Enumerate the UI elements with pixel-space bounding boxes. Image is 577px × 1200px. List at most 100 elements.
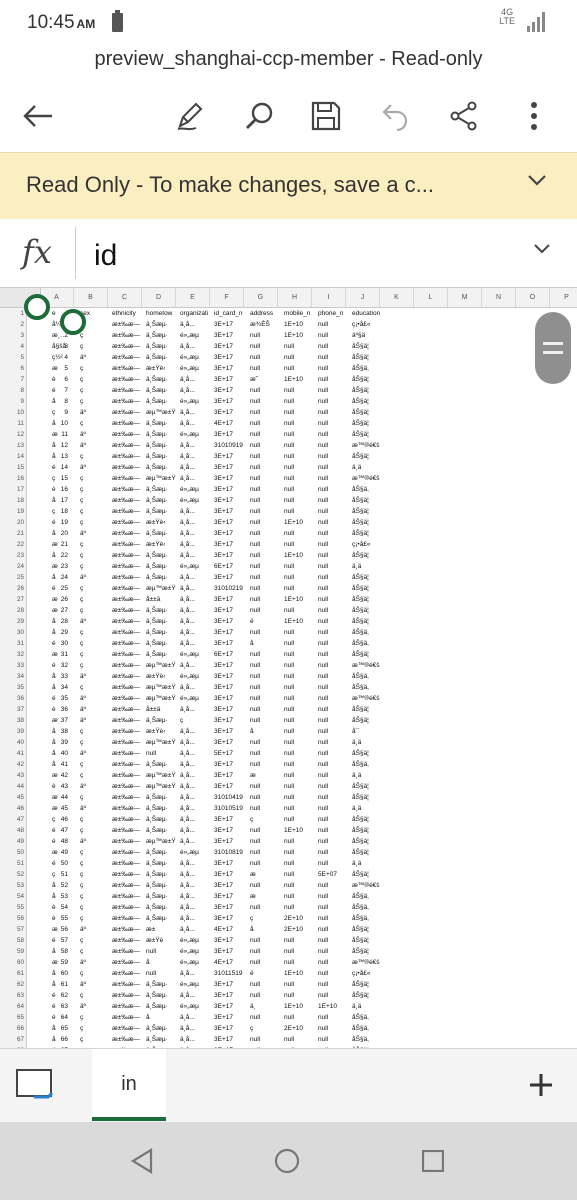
cell[interactable]: æ±‰æ— bbox=[112, 352, 145, 363]
cell[interactable]: æ±‰æ— bbox=[112, 891, 145, 902]
cell[interactable]: null bbox=[250, 649, 283, 660]
cell[interactable]: 31010219 bbox=[214, 583, 249, 594]
cell[interactable]: null bbox=[318, 814, 351, 825]
cell[interactable]: 3E+17 bbox=[214, 407, 249, 418]
cell[interactable]: null bbox=[284, 506, 317, 517]
table-row[interactable]: 58 57 é ç æ±‰æ— æ±Ÿè é»„æµ 3E+17 null null null åŠ§… bbox=[0, 935, 577, 946]
table-row[interactable]: 21 20 å äº æ±‰æ— ä¸Šæµ· ä¸å... 3E+17 null null nul… bbox=[0, 528, 577, 539]
cell[interactable]: æ±‰æ— bbox=[112, 726, 145, 737]
cell[interactable]: æ bbox=[52, 561, 79, 572]
cell[interactable]: null bbox=[284, 1012, 317, 1023]
cell[interactable]: æ™®é€š bbox=[352, 440, 462, 451]
cell[interactable]: åŠ§ä, bbox=[352, 1023, 462, 1034]
column-header-O[interactable]: O bbox=[516, 288, 550, 307]
cell[interactable]: 3E+17 bbox=[214, 1034, 249, 1045]
cell[interactable]: æ±‰æ— bbox=[112, 803, 145, 814]
cell[interactable]: null bbox=[250, 781, 283, 792]
table-row[interactable]: 51 50 é ç æ±‰æ— ä¸Šæµ· ä¸å... 3E+17 null null null… bbox=[0, 858, 577, 869]
cell[interactable]: ä¸Šæµ· bbox=[146, 715, 179, 726]
cell[interactable]: åŠ§ä, bbox=[352, 363, 462, 374]
cell[interactable]: ç bbox=[80, 869, 111, 880]
cell[interactable]: null bbox=[318, 847, 351, 858]
cell[interactable]: null bbox=[250, 517, 283, 528]
cell[interactable]: ç bbox=[80, 858, 111, 869]
cell[interactable]: æ±‰æ— bbox=[112, 418, 145, 429]
cell[interactable]: null bbox=[250, 880, 283, 891]
table-row[interactable]: 3 2 æ¸… ç æ±‰æ— ä¸Šæµ· é»„æµ 3E+17 null 1E+10 null… bbox=[0, 330, 577, 341]
cell[interactable]: 3E+17 bbox=[214, 627, 249, 638]
cell[interactable]: null bbox=[284, 495, 317, 506]
cell[interactable]: æ±‰æ— bbox=[112, 517, 145, 528]
cell[interactable]: null bbox=[318, 979, 351, 990]
cell[interactable]: å bbox=[52, 880, 79, 891]
cell[interactable]: å bbox=[52, 748, 79, 759]
cell[interactable]: 3E+17 bbox=[214, 715, 249, 726]
cell[interactable]: è bbox=[52, 781, 79, 792]
cell[interactable]: ç bbox=[80, 880, 111, 891]
cell[interactable]: åŠ§ä¦ bbox=[352, 572, 462, 583]
cell[interactable]: null bbox=[250, 759, 283, 770]
cell[interactable]: æ±‰æ— bbox=[112, 539, 145, 550]
cell[interactable]: 3E+17 bbox=[214, 1012, 249, 1023]
table-row[interactable]: 44 43 è äº æ±‰æ— æµ™æ±Ÿ ä¸å... 3E+17 null null nul… bbox=[0, 781, 577, 792]
cell[interactable]: ä¸Šæµ· bbox=[146, 451, 179, 462]
cell[interactable]: ä¸å... bbox=[180, 572, 213, 583]
cell[interactable]: null bbox=[250, 1034, 283, 1045]
cell[interactable]: null bbox=[250, 539, 283, 550]
cell[interactable]: é bbox=[52, 825, 79, 836]
cell[interactable]: null bbox=[250, 352, 283, 363]
cell[interactable]: 31011519 bbox=[214, 968, 249, 979]
cell[interactable]: id_card_n bbox=[214, 308, 249, 319]
cell[interactable]: æ¾ÈŠ bbox=[250, 319, 283, 330]
cell[interactable]: null bbox=[318, 484, 351, 495]
cell[interactable]: é»„æµ bbox=[180, 363, 213, 374]
scroll-thumb[interactable] bbox=[535, 312, 571, 384]
cell[interactable]: ä¸å... bbox=[180, 869, 213, 880]
cell[interactable]: ä¸å... bbox=[180, 803, 213, 814]
cell[interactable]: æ˜ bbox=[250, 374, 283, 385]
cell[interactable]: æ±‰æ— bbox=[112, 638, 145, 649]
table-row[interactable]: 63 62 é ç æ±‰æ— ä¸Šæµ· ä¸å... 3E+17 null null null… bbox=[0, 990, 577, 1001]
cell[interactable]: ä¸Šæµ· bbox=[146, 858, 179, 869]
table-row[interactable]: 15 14 é äº æ±‰æ— ä¸Šæµ· ä¸å... 3E+17 null null nul… bbox=[0, 462, 577, 473]
cell[interactable]: ä¸Šæµ· bbox=[146, 902, 179, 913]
cell[interactable]: 1E+10 bbox=[284, 616, 317, 627]
cell[interactable]: æ bbox=[250, 770, 283, 781]
nav-home-icon[interactable] bbox=[274, 1148, 300, 1174]
cell[interactable]: åŠ§ä¦ bbox=[352, 550, 462, 561]
cell[interactable]: null bbox=[250, 627, 283, 638]
column-header-E[interactable]: E bbox=[176, 288, 210, 307]
table-row[interactable]: 54 53 å ç æ±‰æ— ä¸Šæµ· ä¸å... 3E+17 æ null null åŠ§… bbox=[0, 891, 577, 902]
cell[interactable]: æ± bbox=[146, 924, 179, 935]
cell[interactable]: 31010819 bbox=[214, 847, 249, 858]
cell[interactable]: æ±‰æ— bbox=[112, 814, 145, 825]
cell[interactable]: å bbox=[52, 891, 79, 902]
cell[interactable]: ç bbox=[80, 396, 111, 407]
cell[interactable]: ç bbox=[80, 385, 111, 396]
cell[interactable]: null bbox=[318, 1023, 351, 1034]
cell[interactable]: 3E+17 bbox=[214, 990, 249, 1001]
cell[interactable]: é bbox=[52, 517, 79, 528]
cell[interactable]: ä¸å... bbox=[180, 451, 213, 462]
cell[interactable]: åŠ§ä¦ bbox=[352, 748, 462, 759]
table-row[interactable]: 22 21 æ ç æ±‰æ— æ±Ÿè‹ ä¸å... 3E+17 null null null ç… bbox=[0, 539, 577, 550]
cell[interactable]: null bbox=[318, 374, 351, 385]
cell[interactable]: äº bbox=[80, 781, 111, 792]
cell[interactable]: æ±‰æ— bbox=[112, 319, 145, 330]
cell[interactable]: åŠ§ä, bbox=[352, 627, 462, 638]
cell[interactable]: 3E+17 bbox=[214, 1023, 249, 1034]
cell[interactable]: æµ™æ±Ÿ bbox=[146, 660, 179, 671]
cell[interactable]: 3E+17 bbox=[214, 902, 249, 913]
cell[interactable]: é bbox=[52, 583, 79, 594]
table-row[interactable]: 28 27 æ ç æ±‰æ— ä¸Šæµ· ä¸å... 3E+17 null null null… bbox=[0, 605, 577, 616]
cell[interactable]: null bbox=[250, 572, 283, 583]
cell[interactable]: æ±‰æ— bbox=[112, 1001, 145, 1012]
cell[interactable]: null bbox=[318, 517, 351, 528]
cell[interactable]: ä¸Šæµ· bbox=[146, 462, 179, 473]
cell[interactable]: null bbox=[284, 704, 317, 715]
cell[interactable]: null bbox=[284, 748, 317, 759]
cell[interactable]: null bbox=[318, 429, 351, 440]
cell[interactable]: é bbox=[52, 660, 79, 671]
cell[interactable]: null bbox=[284, 946, 317, 957]
cell[interactable]: åŠ§ä, bbox=[352, 891, 462, 902]
